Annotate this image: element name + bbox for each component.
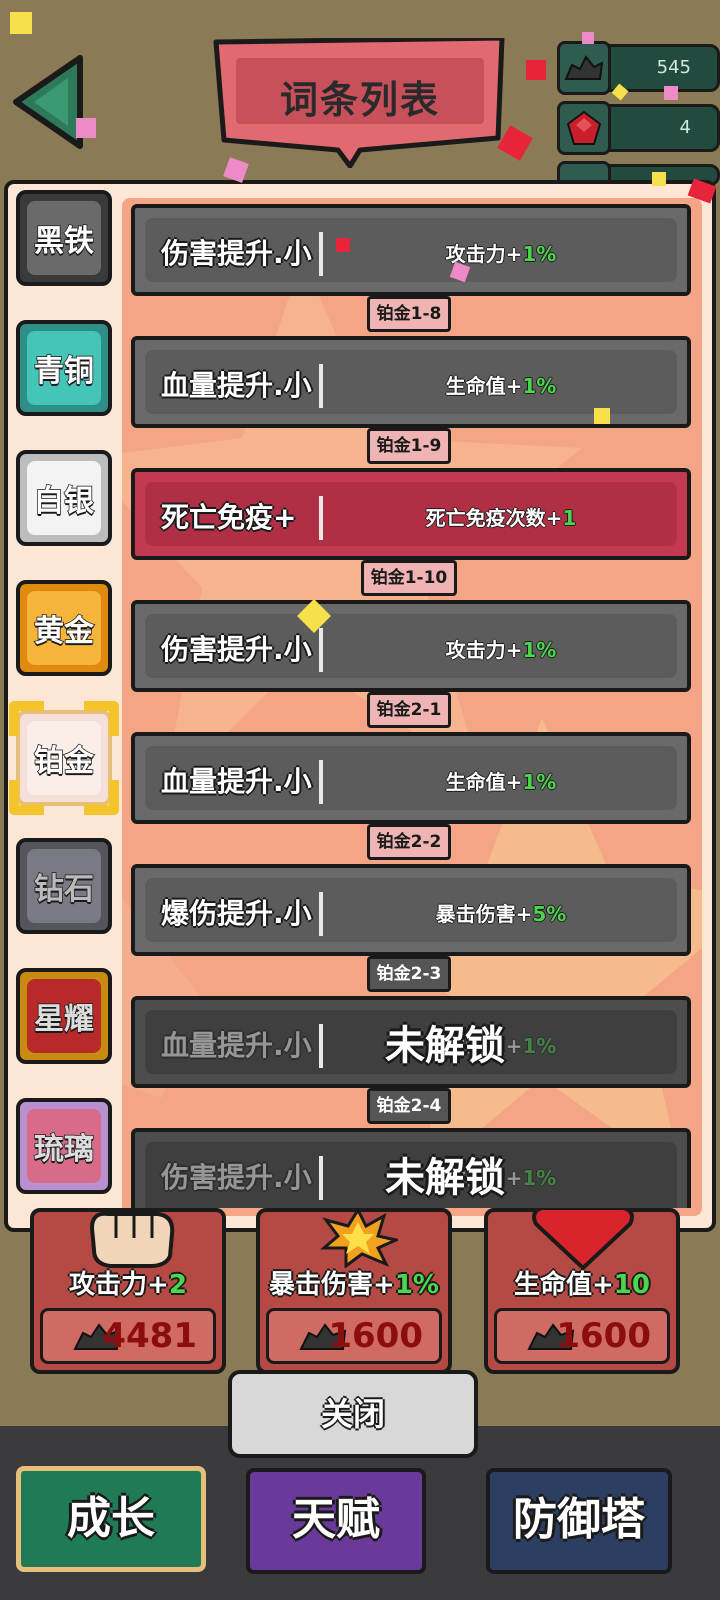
entry-name: 血量提升.小 (161, 1029, 312, 1062)
entry-divider (319, 628, 323, 672)
tier-label: 钻石 (27, 849, 101, 923)
entry-effect: 生命值+1% (445, 374, 557, 398)
tier-tab-liuli[interactable]: 琉璃 (16, 1098, 112, 1194)
confetti (652, 172, 666, 186)
tier-label: 星耀 (27, 979, 101, 1053)
nav-growth[interactable]: 成长 (16, 1466, 206, 1572)
ore-icon (557, 41, 611, 95)
fist-icon (89, 1211, 175, 1268)
confetti (10, 12, 32, 34)
entry-row[interactable]: 爆伤提升.小 暴击伤害+5% (131, 864, 691, 956)
locked-label: 未解锁 (385, 1155, 505, 1201)
tier-tab-xingyao[interactable]: 星耀 (16, 968, 112, 1064)
tier-label: 青铜 (27, 331, 101, 405)
confetti (76, 118, 96, 138)
entry-divider (319, 1024, 323, 1068)
confetti (664, 86, 678, 100)
locked-label: 未解锁 (385, 1023, 505, 1069)
tier-tab-heitie[interactable]: 黑铁 (16, 190, 112, 286)
ruby-icon (557, 101, 611, 155)
entry-effect: 死亡免疫次数+1 (425, 506, 577, 530)
confetti (526, 60, 546, 80)
entry-name: 伤害提升.小 (161, 1161, 312, 1194)
entry-row-locked[interactable]: 伤害提升.小 攻击力+1% 未解锁 (131, 1128, 691, 1208)
nav-tower[interactable]: 防御塔 (486, 1468, 672, 1574)
entry-row-locked[interactable]: 血量提升.小 生命值+1% 未解锁 (131, 996, 691, 1088)
entry-row[interactable]: 伤害提升.小 攻击力+1% (131, 600, 691, 692)
entry-divider (319, 364, 323, 408)
entry-name: 血量提升.小 (161, 369, 312, 402)
card-cost: 1600 (266, 1308, 442, 1364)
card-cost: 4481 (40, 1308, 216, 1364)
upgrade-card-crit-damage[interactable]: 暴击伤害+1% 1600 (256, 1208, 452, 1374)
entry-divider (319, 760, 323, 804)
card-label: 暴击伤害+1% (269, 1270, 439, 1300)
level-tag: 铂金2-4 (367, 1088, 451, 1124)
tier-label: 白银 (27, 461, 101, 535)
entry-effect: 攻击力+1% (445, 638, 557, 662)
upgrade-card-attack[interactable]: 攻击力+2 4481 (30, 1208, 226, 1374)
resource-ruby: 4 (557, 101, 720, 155)
tier-tab-huangjin[interactable]: 黄金 (16, 580, 112, 676)
selection-brackets-icon (9, 701, 119, 815)
close-button[interactable]: 关闭 (228, 1370, 478, 1458)
upgrade-card-health[interactable]: 生命值+10 1600 (484, 1208, 680, 1374)
level-tag: 铂金2-2 (367, 824, 451, 860)
entry-effect: 攻击力+1% (445, 242, 557, 266)
tier-tab-zuanshi[interactable]: 钻石 (16, 838, 112, 934)
entry-divider (319, 892, 323, 936)
entry-row[interactable]: 伤害提升.小 攻击力+1% (131, 204, 691, 296)
page-title: 词条列表 (279, 78, 440, 122)
entry-name: 爆伤提升.小 (161, 897, 312, 930)
explosion-icon (319, 1208, 398, 1268)
resource-ore: 545 (557, 41, 720, 95)
tier-tab-qingtong[interactable]: 青铜 (16, 320, 112, 416)
tier-label: 黑铁 (27, 201, 101, 275)
entry-effect: 暴击伤害+5% (435, 902, 567, 926)
entry-name: 伤害提升.小 (161, 633, 312, 666)
entry-row[interactable]: 血量提升.小 生命值+1% (131, 732, 691, 824)
entry-row[interactable]: 死亡免疫+ 死亡免疫次数+1 (131, 468, 691, 560)
card-label: 生命值+10 (514, 1270, 650, 1300)
entry-effect: 生命值+1% (445, 770, 557, 794)
entry-name: 伤害提升.小 (161, 237, 312, 270)
entry-name: 血量提升.小 (161, 765, 312, 798)
level-tag: 铂金2-3 (367, 956, 451, 992)
card-cost: 1600 (494, 1308, 670, 1364)
level-tag: 铂金1-8 (367, 296, 451, 332)
level-tag: 铂金2-1 (367, 692, 451, 728)
ore-count: 545 (656, 57, 691, 78)
level-tag: 铂金1-10 (361, 560, 457, 596)
confetti (594, 408, 610, 424)
confetti (336, 238, 350, 252)
entry-divider (319, 496, 323, 540)
entry-divider (319, 232, 323, 276)
card-label: 攻击力+2 (69, 1270, 187, 1300)
entry-divider (319, 1156, 323, 1200)
tier-tab-baiyin[interactable]: 白银 (16, 450, 112, 546)
heart-icon (532, 1208, 634, 1270)
tier-label: 琉璃 (27, 1109, 101, 1183)
tier-label: 黄金 (27, 591, 101, 665)
entry-name: 死亡免疫+ (161, 501, 297, 534)
confetti (582, 32, 594, 44)
nav-talent[interactable]: 天赋 (246, 1468, 426, 1574)
ruby-count: 4 (679, 117, 691, 138)
level-tag: 铂金1-9 (367, 428, 451, 464)
